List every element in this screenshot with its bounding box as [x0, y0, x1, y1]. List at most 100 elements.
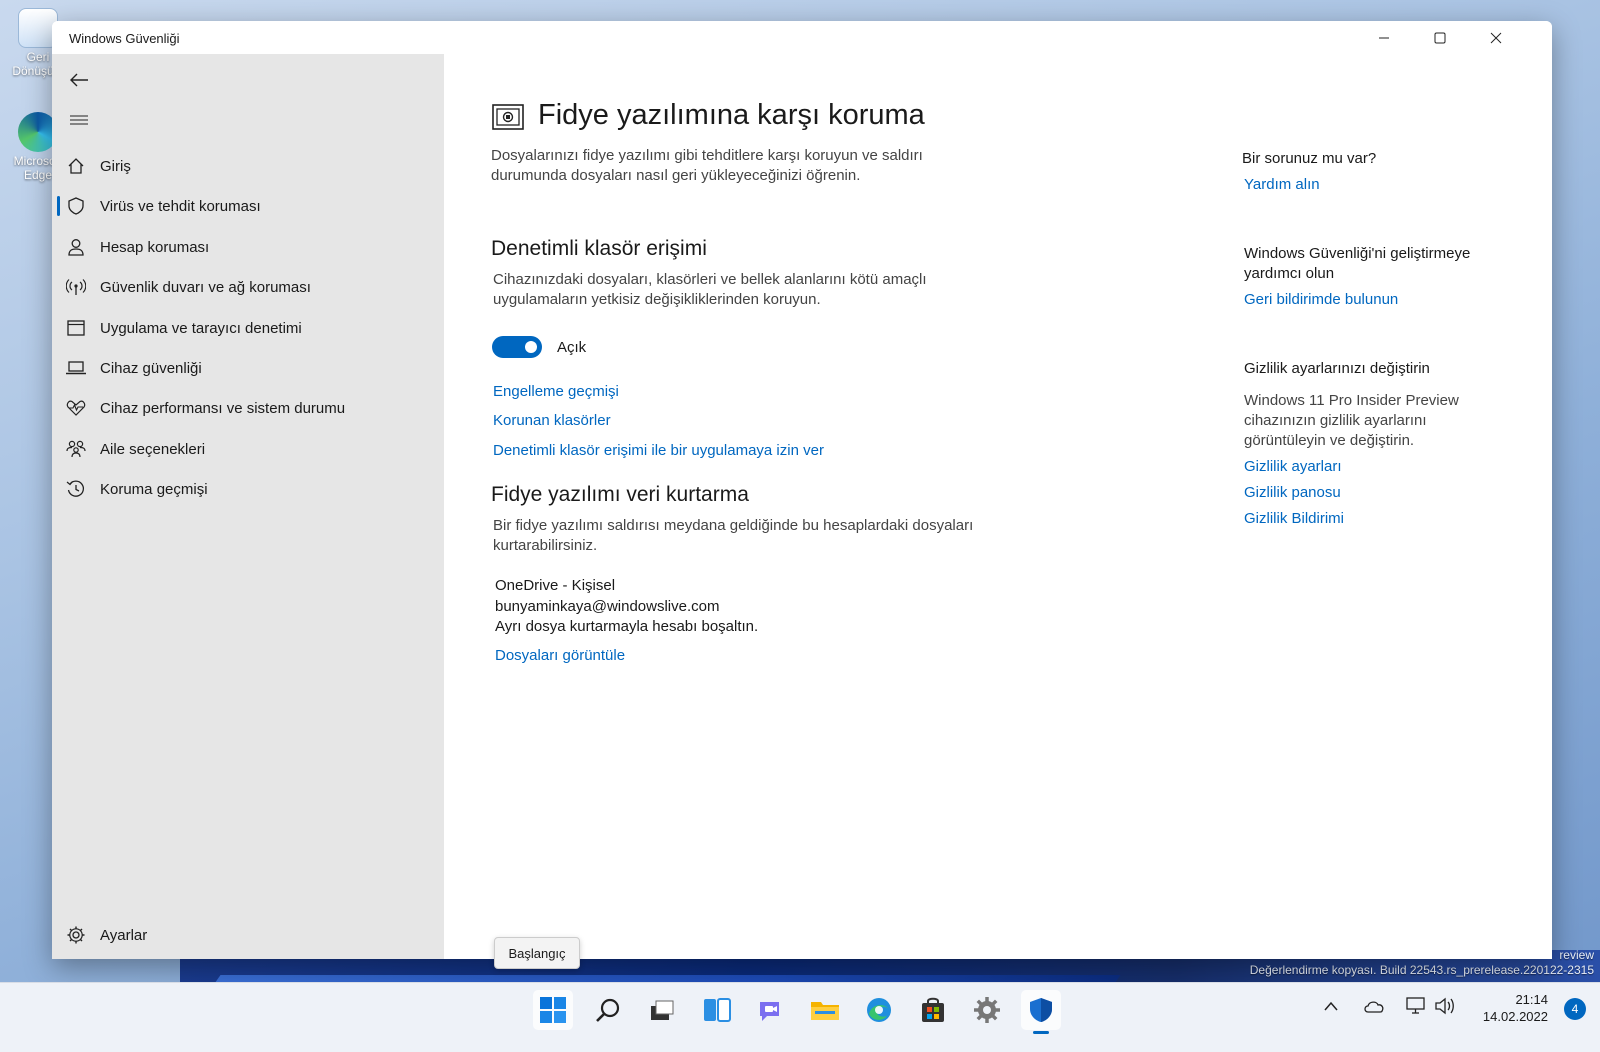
onedrive-account-email: bunyaminkaya@windowslive.com	[495, 598, 720, 615]
watermark-line2: Değerlendirme kopyası. Build 22543.rs_pr…	[1249, 963, 1594, 977]
task-view-button[interactable]	[642, 990, 682, 1030]
recovery-description-line1: Bir fidye yazılımı saldırısı meydana gel…	[493, 517, 974, 534]
give-feedback-link[interactable]: Geri bildirimde bulunun	[1244, 291, 1398, 308]
sidebar-item-label: Koruma geçmişi	[100, 480, 208, 498]
privacy-text-line2: cihazınızın gizlilik ayarlarını	[1244, 412, 1427, 429]
search-button[interactable]	[588, 990, 628, 1030]
clock-time: 21:14	[1515, 992, 1548, 1007]
settings-icon	[974, 997, 1000, 1023]
back-button[interactable]	[64, 65, 94, 95]
network-icon	[1406, 997, 1425, 1014]
shield-icon	[66, 196, 86, 216]
store-icon	[922, 997, 944, 1022]
network-tray-button[interactable]	[1405, 997, 1427, 1018]
clock-date: 14.02.2022	[1482, 1009, 1548, 1024]
person-icon	[66, 237, 86, 257]
sidebar-item-label: Uygulama ve tarayıcı denetimi	[100, 319, 302, 337]
protected-folders-link[interactable]: Korunan klasörler	[493, 412, 611, 429]
toggle-knob	[525, 341, 537, 353]
cloud-icon	[1364, 1001, 1384, 1013]
windows-security-window: Windows Güvenliği Giriş Virüs ve tehdit …	[52, 21, 1552, 959]
sidebar-item-device-security[interactable]: Cihaz güvenliği	[52, 350, 444, 386]
cfa-toggle-label: Açık	[557, 339, 587, 356]
sidebar-item-firewall[interactable]: Güvenlik duvarı ve ağ koruması	[52, 269, 444, 305]
intro-text-line1: Dosyalarınızı fidye yazılımı gibi tehdit…	[491, 147, 923, 164]
heartbeat-icon	[66, 398, 86, 418]
home-icon	[66, 156, 86, 176]
sidebar-item-family[interactable]: Aile seçenekleri	[52, 431, 444, 467]
get-help-link[interactable]: Yardım alın	[1244, 176, 1320, 193]
improve-heading-line1: Windows Güvenliği'ni geliştirmeye	[1244, 245, 1471, 262]
active-app-indicator	[1033, 1031, 1049, 1034]
antenna-icon	[66, 277, 86, 297]
section-heading-cfa: Denetimli klasör erişimi	[491, 237, 707, 260]
privacy-settings-link[interactable]: Gizlilik ayarları	[1244, 458, 1342, 475]
maximize-icon	[1434, 32, 1446, 43]
app-window-icon	[66, 318, 86, 338]
onedrive-tray-button[interactable]	[1363, 999, 1385, 1016]
volume-tray-button[interactable]	[1434, 997, 1456, 1018]
main-content: Fidye yazılımına karşı koruma Dosyaların…	[444, 54, 1552, 959]
edge-button[interactable]	[859, 990, 899, 1030]
privacy-dashboard-link[interactable]: Gizlilik panosu	[1244, 484, 1341, 501]
task-view-icon	[651, 1000, 674, 1020]
speaker-icon	[1435, 997, 1454, 1015]
chevron-up-icon	[1324, 1001, 1338, 1011]
sidebar-item-label: Aile seçenekleri	[100, 440, 206, 458]
sidebar-item-virus-protection[interactable]: Virüs ve tehdit koruması	[52, 188, 444, 224]
privacy-statement-link[interactable]: Gizlilik Bildirimi	[1244, 510, 1344, 527]
start-button[interactable]	[533, 990, 573, 1030]
windows-security-icon	[1030, 998, 1052, 1022]
back-arrow-icon	[70, 73, 88, 87]
block-history-link[interactable]: Engelleme geçmişi	[493, 383, 619, 400]
sidebar-item-device-performance[interactable]: Cihaz performansı ve sistem durumu	[52, 390, 444, 426]
gear-icon	[66, 925, 86, 945]
start-tooltip: Başlangıç	[494, 937, 580, 969]
widgets-icon	[704, 998, 731, 1022]
family-icon	[66, 439, 86, 459]
ransomware-protection-icon	[492, 102, 524, 132]
menu-button[interactable]	[64, 105, 94, 135]
taskbar: 21:14 14.02.2022 4	[0, 982, 1600, 1052]
minimize-button[interactable]	[1356, 21, 1412, 54]
sidebar-item-protection-history[interactable]: Koruma geçmişi	[52, 471, 444, 507]
widgets-button[interactable]	[697, 990, 737, 1030]
sidebar-item-label: Cihaz güvenliği	[100, 359, 202, 377]
search-icon	[596, 998, 620, 1022]
sidebar-item-home[interactable]: Giriş	[52, 148, 444, 184]
file-explorer-button[interactable]	[805, 990, 845, 1030]
sidebar-item-account-protection[interactable]: Hesap koruması	[52, 229, 444, 265]
cfa-description-line2: uygulamaların yetkisiz değişikliklerinde…	[493, 291, 821, 308]
maximize-button[interactable]	[1412, 21, 1468, 54]
close-icon	[1490, 32, 1502, 43]
section-heading-recovery: Fidye yazılımı veri kurtarma	[491, 483, 749, 506]
view-files-link[interactable]: Dosyaları görüntüle	[495, 647, 625, 664]
start-icon	[540, 997, 566, 1023]
sidebar-item-label: Cihaz performansı ve sistem durumu	[100, 399, 346, 417]
cfa-toggle[interactable]	[492, 336, 542, 358]
title-bar[interactable]: Windows Güvenliği	[52, 21, 1552, 54]
recovery-description-line2: kurtarabilirsiniz.	[493, 537, 598, 554]
store-button[interactable]	[913, 990, 953, 1030]
sidebar-item-label: Hesap koruması	[100, 238, 210, 256]
watermark-line1: review	[1559, 948, 1594, 962]
sidebar-item-app-browser[interactable]: Uygulama ve tarayıcı denetimi	[52, 310, 444, 346]
settings-button[interactable]	[967, 990, 1007, 1030]
notification-badge[interactable]: 4	[1564, 998, 1586, 1020]
sidebar-item-settings[interactable]: Ayarlar	[52, 917, 444, 953]
sidebar-item-label: Güvenlik duvarı ve ağ koruması	[100, 278, 311, 296]
minimize-icon	[1379, 37, 1389, 38]
privacy-text-line3: görüntüleyin ve değiştirin.	[1244, 432, 1415, 449]
question-heading: Bir sorunuz mu var?	[1242, 150, 1377, 167]
allow-app-link[interactable]: Denetimli klasör erişimi ile bir uygulam…	[493, 442, 824, 459]
onedrive-account-name: OneDrive - Kişisel	[495, 577, 616, 594]
improve-heading-line2: yardımcı olun	[1244, 265, 1335, 282]
chat-button[interactable]	[751, 990, 791, 1030]
clock[interactable]: 21:14 14.02.2022	[1483, 991, 1548, 1025]
tray-overflow-button[interactable]	[1323, 1000, 1339, 1015]
close-button[interactable]	[1468, 21, 1524, 54]
windows-security-button[interactable]	[1021, 990, 1061, 1034]
edge-icon	[867, 998, 891, 1022]
privacy-heading: Gizlilik ayarlarınızı değiştirin	[1244, 360, 1430, 377]
sidebar-item-label: Ayarlar	[100, 926, 148, 944]
